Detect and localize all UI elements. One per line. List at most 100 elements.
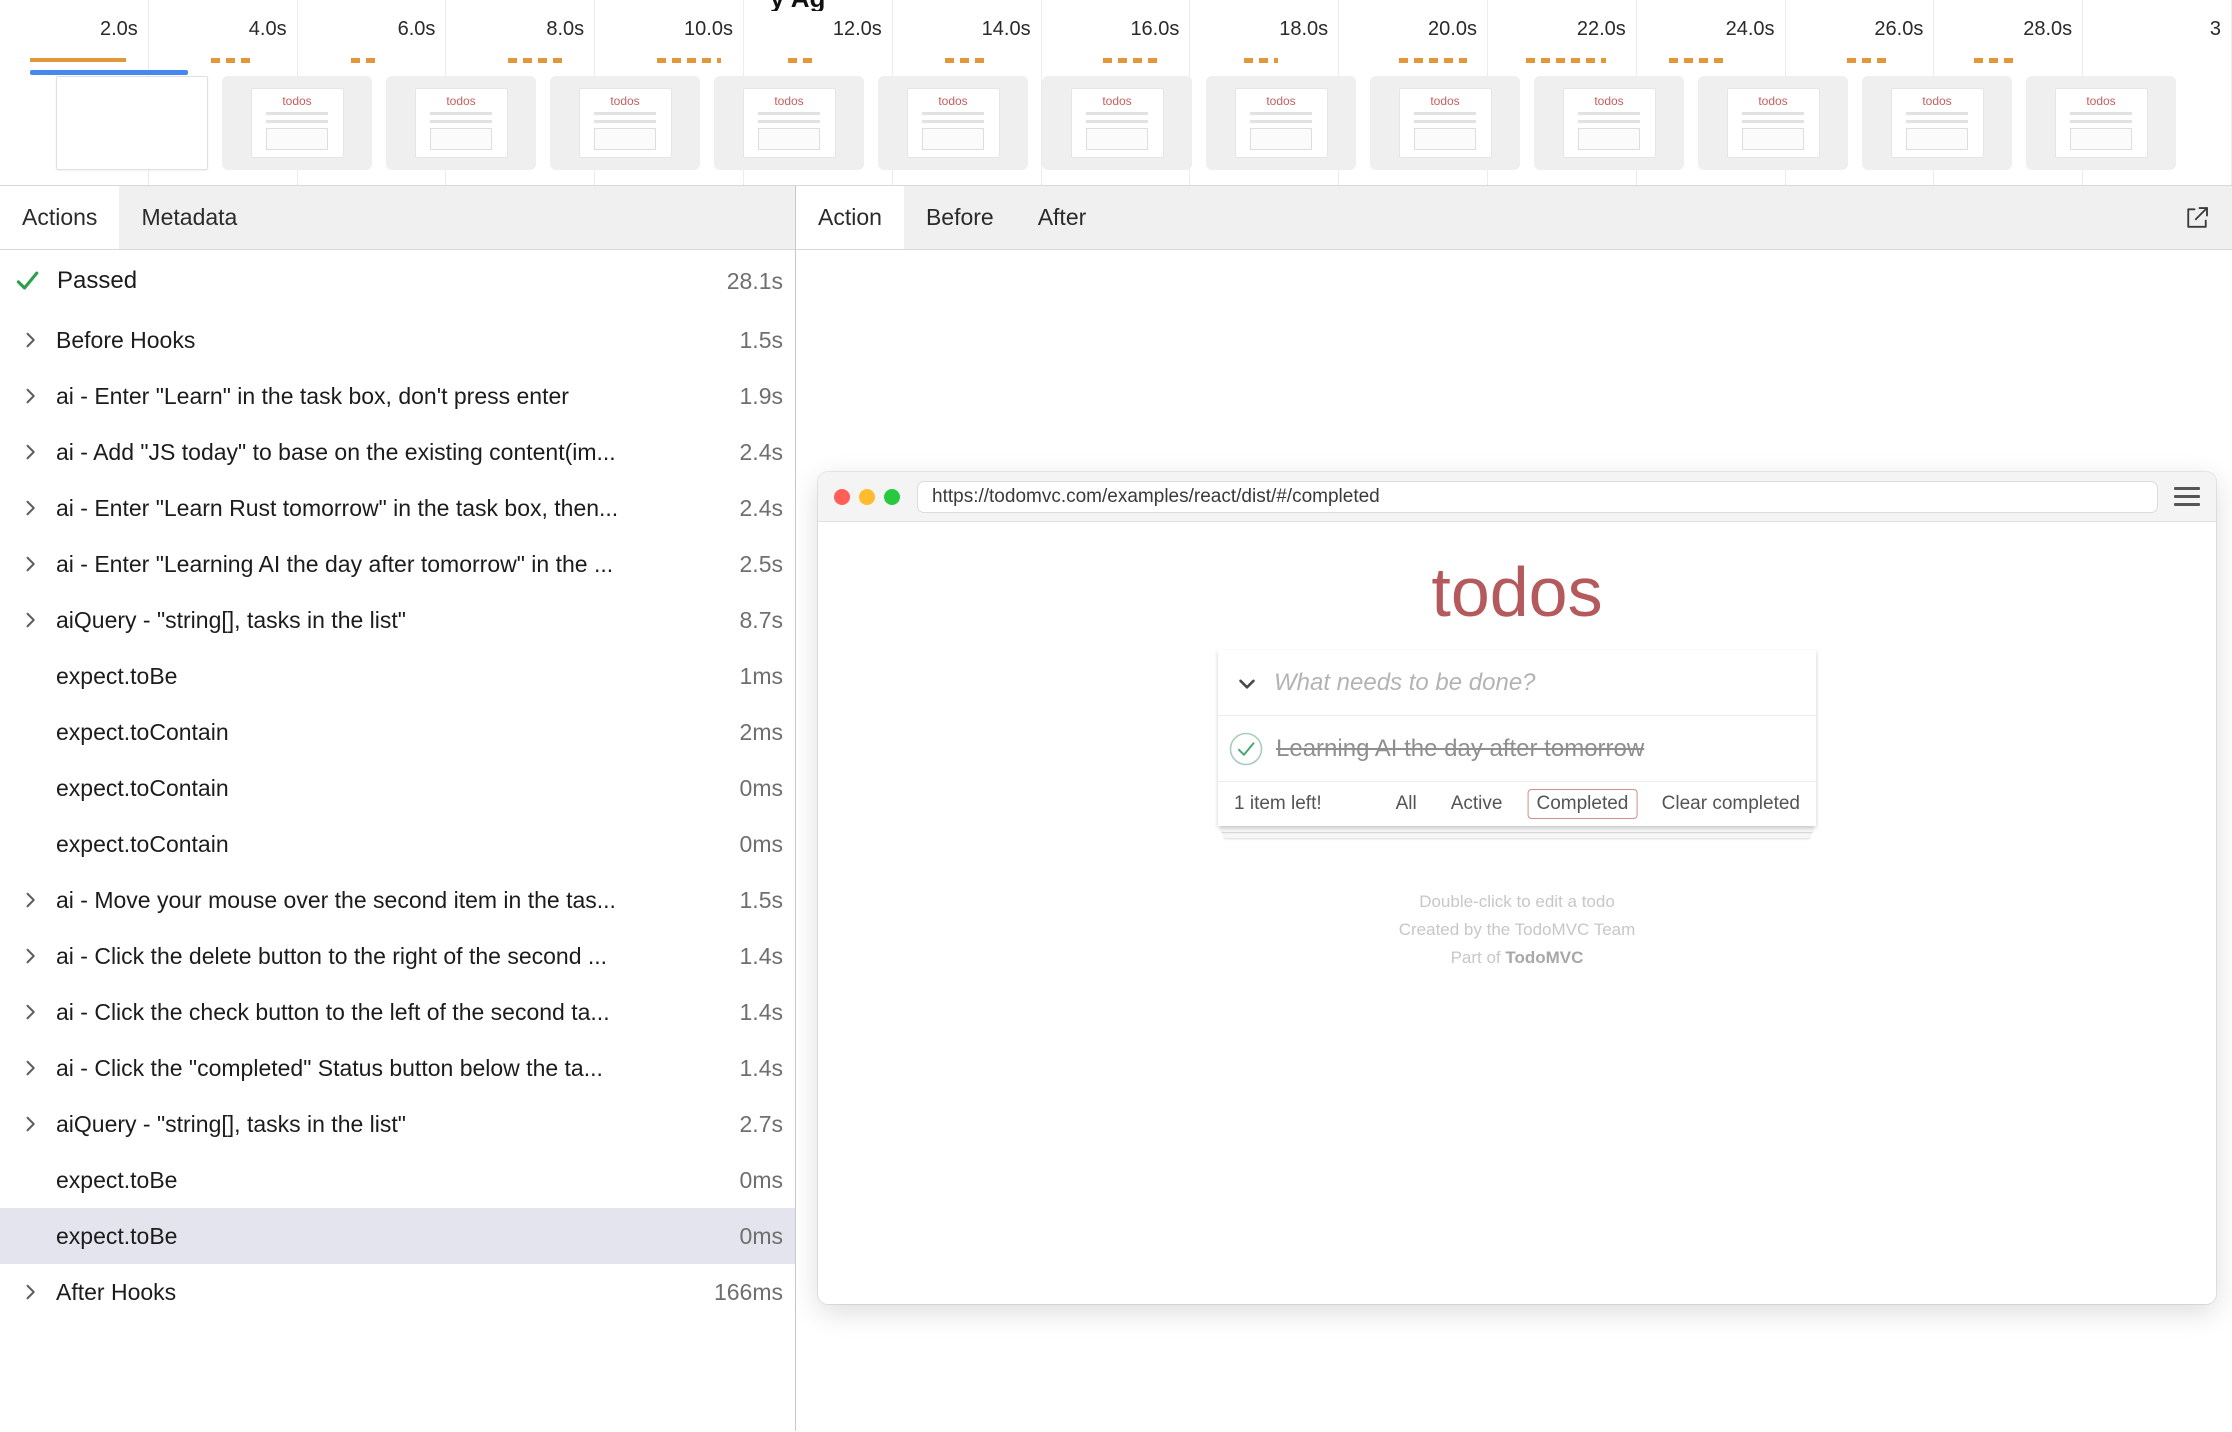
action-label: ai - Enter "Learn Rust tomorrow" in the … — [56, 495, 726, 522]
timeline[interactable]: 2.0s 4.0s 6.0s 8.0s 10.0s 12.0s 14.0s 16… — [0, 0, 2232, 186]
timeline-thumbnail[interactable]: todos — [714, 76, 864, 170]
timeline-thumbnail[interactable]: todos — [878, 76, 1028, 170]
action-duration: 2.5s — [740, 551, 783, 578]
action-duration: 1.5s — [740, 327, 783, 354]
timeline-thumbnail[interactable]: todos — [1534, 76, 1684, 170]
chevron-right-icon — [20, 1002, 44, 1022]
tab-before[interactable]: Before — [904, 186, 1016, 249]
todo-checked-icon[interactable] — [1228, 731, 1264, 767]
thumbnail-preview: todos — [579, 88, 672, 158]
timeline-thumbnail[interactable]: todos — [2026, 76, 2176, 170]
thumbnail-preview: todos — [1563, 88, 1656, 158]
thumbnail-preview: todos — [743, 88, 836, 158]
thumbnail-preview: todos — [907, 88, 1000, 158]
clear-completed-button[interactable]: Clear completed — [1662, 793, 1800, 815]
action-row[interactable]: ai - Click the check button to the left … — [0, 984, 795, 1040]
action-row[interactable]: ai - Enter "Learning AI the day after to… — [0, 536, 795, 592]
thumbnail-caption: todos — [1102, 95, 1131, 107]
action-row[interactable]: ai - Enter "Learn Rust tomorrow" in the … — [0, 480, 795, 536]
filter-completed[interactable]: Completed — [1527, 789, 1637, 819]
action-row[interactable]: expect.toBe 0ms — [0, 1152, 795, 1208]
chevron-down-icon[interactable] — [1234, 670, 1260, 696]
action-label: aiQuery - "string[], tasks in the list" — [56, 607, 726, 634]
thumbnail-caption: todos — [1758, 95, 1787, 107]
todos-title: todos — [818, 552, 2216, 632]
timeline-thumbnail[interactable]: todos — [1370, 76, 1520, 170]
action-row[interactable]: ai - Click the "completed" Status button… — [0, 1040, 795, 1096]
action-duration: 2.4s — [740, 439, 783, 466]
minimize-window-icon[interactable] — [859, 489, 875, 505]
action-label: ai - Enter "Learning AI the day after to… — [56, 551, 726, 578]
chevron-right-icon — [20, 1114, 44, 1134]
action-duration: 1.9s — [740, 383, 783, 410]
timeline-thumbnail[interactable]: todos — [550, 76, 700, 170]
action-label: ai - Move your mouse over the second ite… — [56, 887, 726, 914]
action-row[interactable]: aiQuery - "string[], tasks in the list" … — [0, 592, 795, 648]
trace-viewer: y Ag 2.0s 4.0s 6.0s 8.0s 10.0s 12.0s 14.… — [0, 0, 2232, 1432]
zoom-window-icon[interactable] — [884, 489, 900, 505]
thumbnail-preview: todos — [2055, 88, 2148, 158]
filter-all[interactable]: All — [1387, 789, 1426, 819]
action-label: ai - Add "JS today" to base on the exist… — [56, 439, 726, 466]
close-window-icon[interactable] — [834, 489, 850, 505]
action-row[interactable]: ai - Add "JS today" to base on the exist… — [0, 424, 795, 480]
timeline-tick-label: 18.0s — [1279, 18, 1328, 41]
todo-item-row[interactable]: Learning AI the day after tomorrow — [1218, 716, 1816, 782]
timeline-tick-label: 20.0s — [1428, 18, 1477, 41]
thumbnail-caption: todos — [1922, 95, 1951, 107]
tab-metadata[interactable]: Metadata — [119, 186, 259, 249]
timeline-thumbnail[interactable]: todos — [222, 76, 372, 170]
action-row[interactable]: aiQuery - "string[], tasks in the list" … — [0, 1096, 795, 1152]
tab-action[interactable]: Action — [796, 186, 904, 249]
timeline-thumbnail[interactable]: todos — [1862, 76, 2012, 170]
todo-card: What needs to be done? Learning AI the — [1218, 650, 1816, 826]
action-row[interactable]: ai - Click the delete button to the righ… — [0, 928, 795, 984]
action-row[interactable]: expect.toContain 0ms — [0, 816, 795, 872]
timeline-thumbnail[interactable] — [56, 76, 208, 170]
action-duration: 1ms — [740, 663, 783, 690]
action-duration: 0ms — [740, 831, 783, 858]
timeline-tick-label: 24.0s — [1726, 18, 1775, 41]
info-line: Double-click to edit a todo — [818, 888, 2216, 916]
timeline-thumbnail[interactable]: todos — [386, 76, 536, 170]
action-row[interactable]: After Hooks 166ms — [0, 1264, 795, 1320]
thumbnail-caption: todos — [1266, 95, 1295, 107]
action-row[interactable]: expect.toBe 1ms — [0, 648, 795, 704]
action-label: After Hooks — [56, 1279, 700, 1306]
open-external-icon[interactable] — [2162, 186, 2232, 249]
timeline-tick-label: 14.0s — [982, 18, 1031, 41]
action-row[interactable]: ai - Enter "Learn" in the task box, don'… — [0, 368, 795, 424]
menu-icon[interactable] — [2174, 487, 2200, 506]
timeline-thumbnail[interactable]: todos — [1042, 76, 1192, 170]
timeline-tick-label: 22.0s — [1577, 18, 1626, 41]
action-row[interactable]: expect.toContain 2ms — [0, 704, 795, 760]
action-row[interactable]: expect.toBe 0ms — [0, 1208, 795, 1264]
filter-active[interactable]: Active — [1442, 789, 1512, 819]
chevron-right-icon — [20, 386, 44, 406]
thumbnail-caption: todos — [282, 95, 311, 107]
browser-titlebar: https://todomvc.com/examples/react/dist/… — [818, 472, 2216, 522]
thumbnail-preview: todos — [1399, 88, 1492, 158]
chevron-right-icon — [20, 554, 44, 574]
action-row[interactable]: ai - Move your mouse over the second ite… — [0, 872, 795, 928]
tab-actions[interactable]: Actions — [0, 186, 119, 249]
action-duration: 0ms — [740, 1167, 783, 1194]
action-label: Before Hooks — [56, 327, 726, 354]
check-icon — [14, 267, 42, 295]
chevron-right-icon — [20, 946, 44, 966]
thumbnail-preview: todos — [1235, 88, 1328, 158]
test-status-row[interactable]: Passed 28.1s — [0, 250, 795, 312]
timeline-thumbnail[interactable]: todos — [1698, 76, 1848, 170]
url-text: https://todomvc.com/examples/react/dist/… — [932, 486, 1380, 508]
timeline-thumbnail[interactable]: todos — [1206, 76, 1356, 170]
timeline-tick-label: 6.0s — [398, 18, 436, 41]
tab-after[interactable]: After — [1016, 186, 1109, 249]
thumbnail-preview: todos — [251, 88, 344, 158]
thumbnail-caption: todos — [1430, 95, 1459, 107]
action-row[interactable]: expect.toContain 0ms — [0, 760, 795, 816]
new-todo-row[interactable]: What needs to be done? — [1218, 650, 1816, 716]
url-bar[interactable]: https://todomvc.com/examples/react/dist/… — [917, 481, 2158, 513]
chevron-right-icon — [20, 1282, 44, 1302]
action-row[interactable]: Before Hooks 1.5s — [0, 312, 795, 368]
right-tabbar: Action Before After — [796, 186, 2232, 250]
